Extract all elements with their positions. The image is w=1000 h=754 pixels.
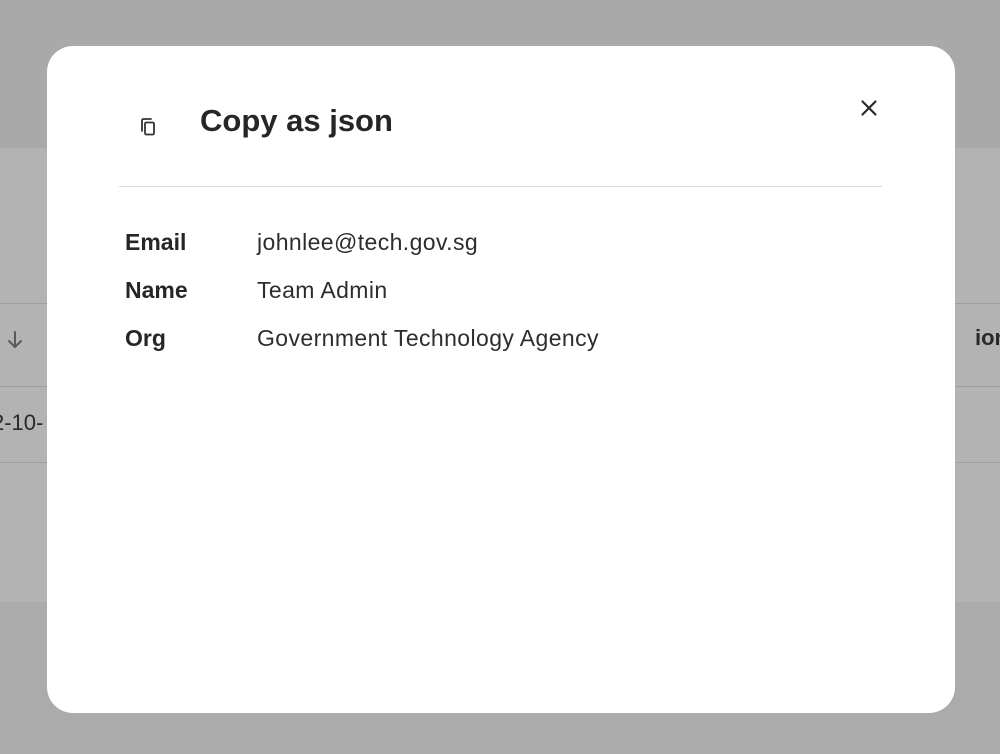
org-label: Org [125, 324, 166, 351]
close-button[interactable] [855, 94, 883, 122]
detail-list: Email johnlee@tech.gov.sg Name Team Admi… [125, 218, 599, 362]
arrow-down-icon [6, 329, 24, 351]
detail-row-email: Email johnlee@tech.gov.sg [125, 218, 599, 266]
email-label: Email [125, 228, 187, 255]
detail-row-org: Org Government Technology Agency [125, 314, 599, 362]
background-table-header-label: ion [975, 325, 1000, 350]
org-value: Government Technology Agency [257, 324, 599, 351]
detail-row-name: Name Team Admin [125, 266, 599, 314]
close-icon [861, 100, 877, 116]
background-table-cell: 2-10- [0, 410, 44, 435]
modal-title: Copy as json [200, 103, 393, 138]
modal-divider [119, 186, 882, 187]
copy-icon [136, 115, 160, 139]
copy-json-modal: Copy as json Email johnlee@tech.gov.sg N… [47, 46, 955, 713]
name-label: Name [125, 276, 188, 303]
name-value: Team Admin [257, 276, 388, 303]
email-value: johnlee@tech.gov.sg [257, 228, 479, 255]
